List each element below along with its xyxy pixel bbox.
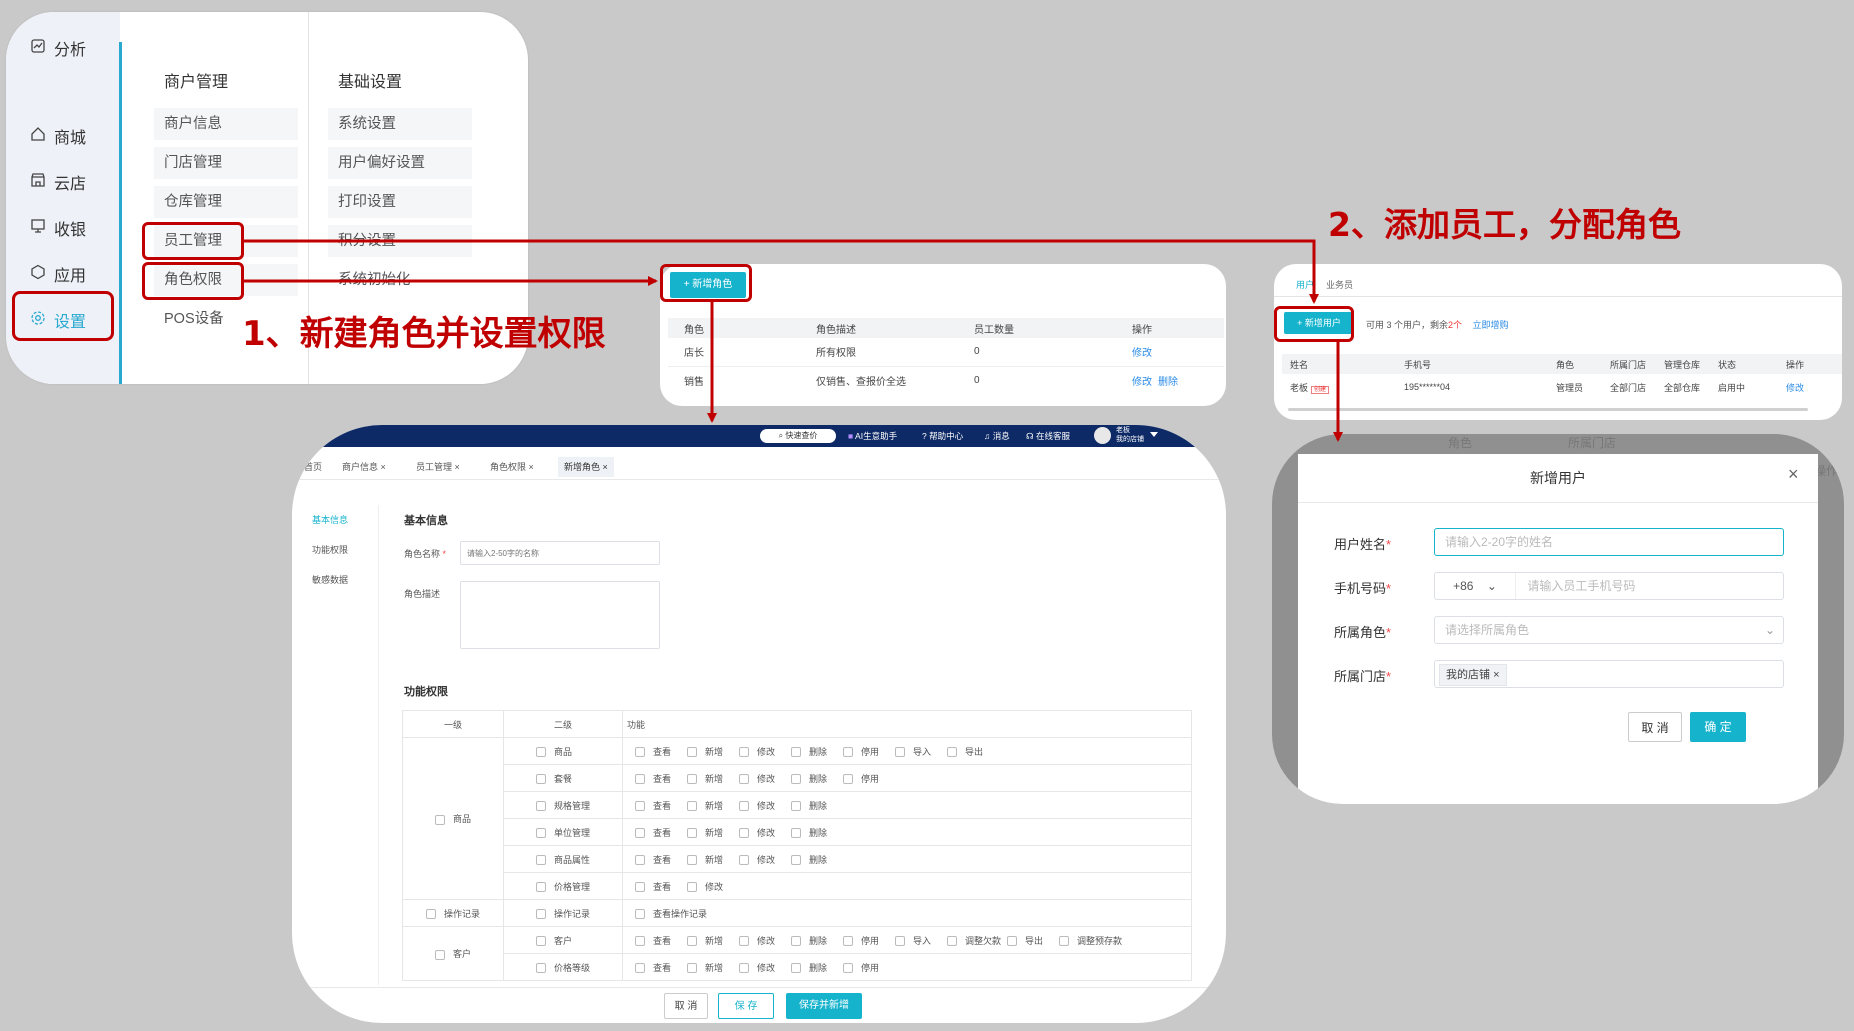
step2-label: 2、添加员工，分配角色 xyxy=(1328,205,1681,244)
step1-label: 1、新建角色并设置权限 xyxy=(242,314,606,354)
arrow-staff-to-add-user xyxy=(244,239,1319,304)
annotation-arrows xyxy=(244,239,1343,442)
